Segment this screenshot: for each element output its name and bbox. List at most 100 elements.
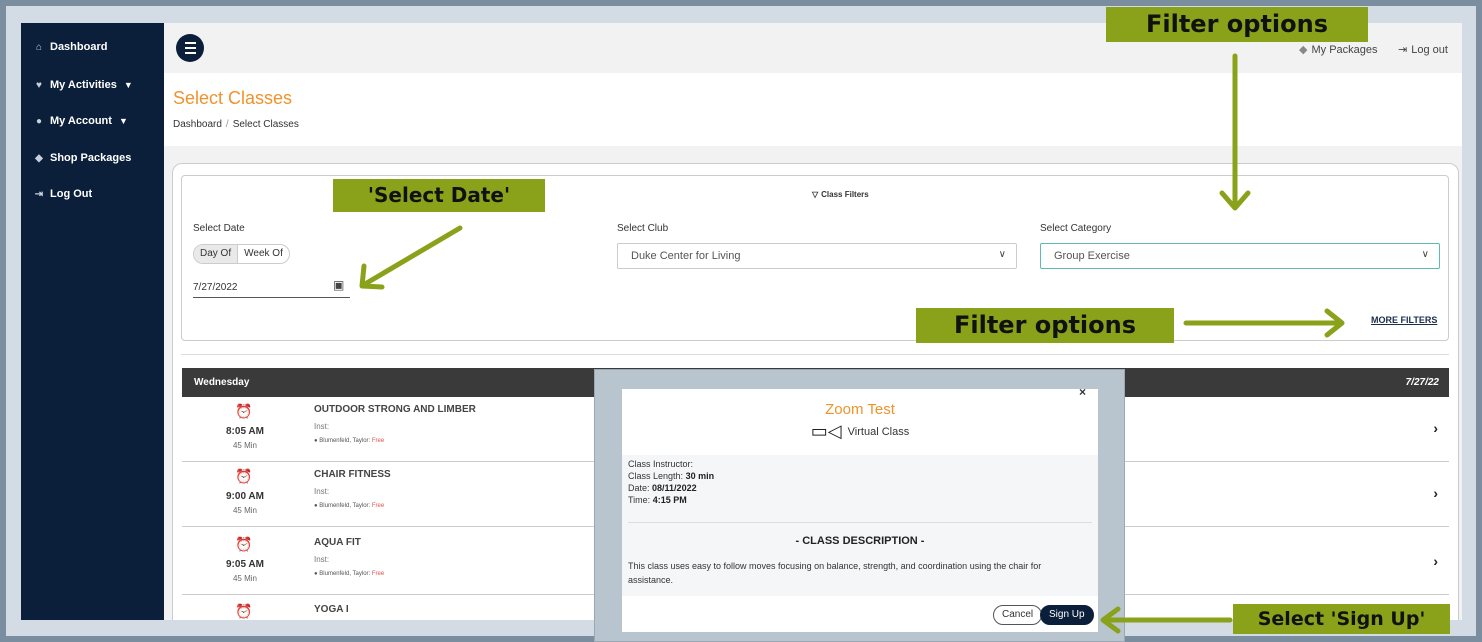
date-label: Date: (628, 483, 650, 493)
calendar-icon[interactable]: ▣ (333, 278, 344, 292)
chevron-right-icon[interactable]: › (1433, 553, 1438, 569)
class-duration: 45 Min (232, 441, 257, 450)
instructor-name: Blumenfeld, Taylor: (319, 571, 371, 577)
divider (628, 522, 1092, 523)
length-line: Class Length: 30 min (628, 471, 1092, 483)
hamburger-icon (184, 42, 196, 44)
log-out-link[interactable]: ⇥ Log out (1398, 43, 1448, 57)
more-filters-link[interactable]: MORE FILTERS (1371, 315, 1437, 325)
day-date: 7/27/22 (1405, 377, 1439, 388)
chevron-down-icon: ▼ (123, 80, 133, 90)
person-icon: ● (314, 438, 318, 444)
day-of-option[interactable]: Day Of (194, 245, 239, 263)
sidebar-item-shop-packages[interactable]: ◆ Shop Packages (33, 152, 131, 164)
length-label: Class Length: (628, 471, 684, 481)
class-inst-label: Inst: (314, 422, 330, 431)
alarm-clock-icon: ⏰ (235, 468, 253, 484)
class-instructor: ● Blumenfeld, Taylor: Free (314, 503, 384, 509)
home-icon: ⌂ (35, 41, 43, 53)
time-line: Time: 4:15 PM (628, 495, 1092, 507)
length-value: 30 min (685, 471, 715, 481)
sidebar-item-label: My Account (50, 115, 112, 127)
select-category-label: Select Category (1040, 223, 1112, 234)
hamburger-icon-bar (184, 52, 196, 54)
class-name: CHAIR FITNESS (314, 469, 391, 480)
alarm-clock-icon: ⏰ (235, 603, 253, 619)
chevron-down-icon: ∨ (998, 249, 1006, 260)
breadcrumb: Dashboard / Select Classes (173, 119, 299, 130)
class-name: OUTDOOR STRONG AND LIMBER (314, 404, 476, 415)
select-date-label: Select Date (193, 223, 245, 234)
my-packages-link[interactable]: ◆ My Packages (1299, 43, 1378, 57)
class-instructor: ● Blumenfeld, Taylor: Free (314, 438, 384, 444)
class-filters-label: Class Filters (821, 190, 869, 199)
breadcrumb-dashboard[interactable]: Dashboard (173, 119, 222, 130)
club-select[interactable]: Duke Center for Living ∨ (617, 243, 1017, 269)
class-duration: 45 Min (232, 574, 257, 583)
day-name: Wednesday (194, 377, 250, 388)
chevron-right-icon[interactable]: › (1433, 485, 1438, 501)
filter-options-callout-mid: Filter options (916, 308, 1174, 343)
class-inst-label: Inst: (314, 555, 330, 564)
tag-icon: ◆ (35, 152, 43, 164)
instructor-name: Blumenfeld, Taylor: (319, 438, 371, 444)
cancel-button[interactable]: Cancel (993, 605, 1043, 625)
chevron-down-icon: ∨ (1421, 249, 1429, 260)
class-time: 9:00 AM (226, 491, 264, 502)
class-type: ▭◁ Virtual Class (622, 421, 1098, 442)
class-inst-label: Inst: (314, 487, 330, 496)
class-description: This class uses easy to follow moves foc… (628, 561, 1042, 585)
sidebar: ⌂ Dashboard ♥ My Activities ▼ ● My Accou… (21, 23, 164, 620)
instructor-name: Blumenfeld, Taylor: (319, 503, 371, 509)
person-icon: ● (314, 571, 318, 577)
select-date-callout: 'Select Date' (333, 179, 545, 212)
menu-toggle-button[interactable] (176, 34, 204, 62)
alarm-clock-icon: ⏰ (235, 403, 253, 419)
class-duration: 45 Min (232, 506, 257, 515)
week-of-option[interactable]: Week Of (238, 245, 289, 263)
sign-up-button[interactable]: Sign Up (1040, 605, 1094, 625)
heart-icon: ♥ (36, 79, 42, 91)
category-select[interactable]: Group Exercise ∨ (1040, 243, 1440, 269)
time-label: Time: (628, 495, 651, 505)
date-input[interactable]: 7/27/2022 (193, 278, 350, 298)
filter-options-callout-top: Filter options (1106, 7, 1368, 42)
class-price: Free (371, 503, 385, 509)
my-packages-label: My Packages (1311, 43, 1378, 56)
chevron-down-icon: ▼ (118, 116, 128, 126)
sidebar-item-my-activities[interactable]: ♥ My Activities ▼ (33, 79, 133, 91)
alarm-clock-icon: ⏰ (235, 536, 253, 552)
club-select-value: Duke Center for Living (631, 250, 741, 262)
category-select-value: Group Exercise (1054, 250, 1130, 262)
select-sign-up-callout: Select 'Sign Up' (1233, 604, 1450, 634)
breadcrumb-separator: / (225, 119, 229, 130)
close-icon[interactable]: × (1079, 385, 1086, 399)
sidebar-item-my-account[interactable]: ● My Account ▼ (33, 115, 128, 127)
class-price: Free (371, 571, 385, 577)
page-title: Select Classes (173, 88, 293, 108)
chevron-right-icon[interactable]: › (1433, 420, 1438, 436)
sidebar-item-log-out[interactable]: ⇥ Log Out (33, 188, 92, 200)
modal-title: Zoom Test (825, 401, 895, 418)
sidebar-item-label: Log Out (50, 188, 93, 200)
sidebar-item-dashboard[interactable]: ⌂ Dashboard (33, 41, 108, 53)
sidebar-item-label: Shop Packages (50, 152, 132, 164)
class-price: Free (371, 438, 385, 444)
logout-icon: ⇥ (34, 188, 44, 200)
class-time: 9:05 AM (226, 559, 264, 570)
instructor-line: Class Instructor: (628, 459, 1092, 471)
select-club-label: Select Club (617, 223, 669, 234)
date-mode-toggle: Day Of Week Of (193, 244, 290, 264)
log-out-label: Log out (1411, 43, 1448, 56)
class-filters-heading: ▽ Class Filters (812, 190, 869, 199)
class-details-modal: × Zoom Test ▭◁ Virtual Class Class Instr… (622, 385, 1098, 632)
hamburger-icon-bar (184, 47, 196, 49)
class-name: AQUA FIT (314, 537, 361, 548)
filter-icon: ▽ (812, 190, 819, 199)
class-name: YOGA I (314, 604, 349, 615)
sidebar-item-label: Dashboard (50, 41, 108, 53)
date-value: 08/11/2022 (652, 483, 697, 493)
divider (181, 354, 1449, 355)
breadcrumb-current: Select Classes (232, 119, 299, 130)
date-line: Date: 08/11/2022 (628, 483, 1092, 495)
